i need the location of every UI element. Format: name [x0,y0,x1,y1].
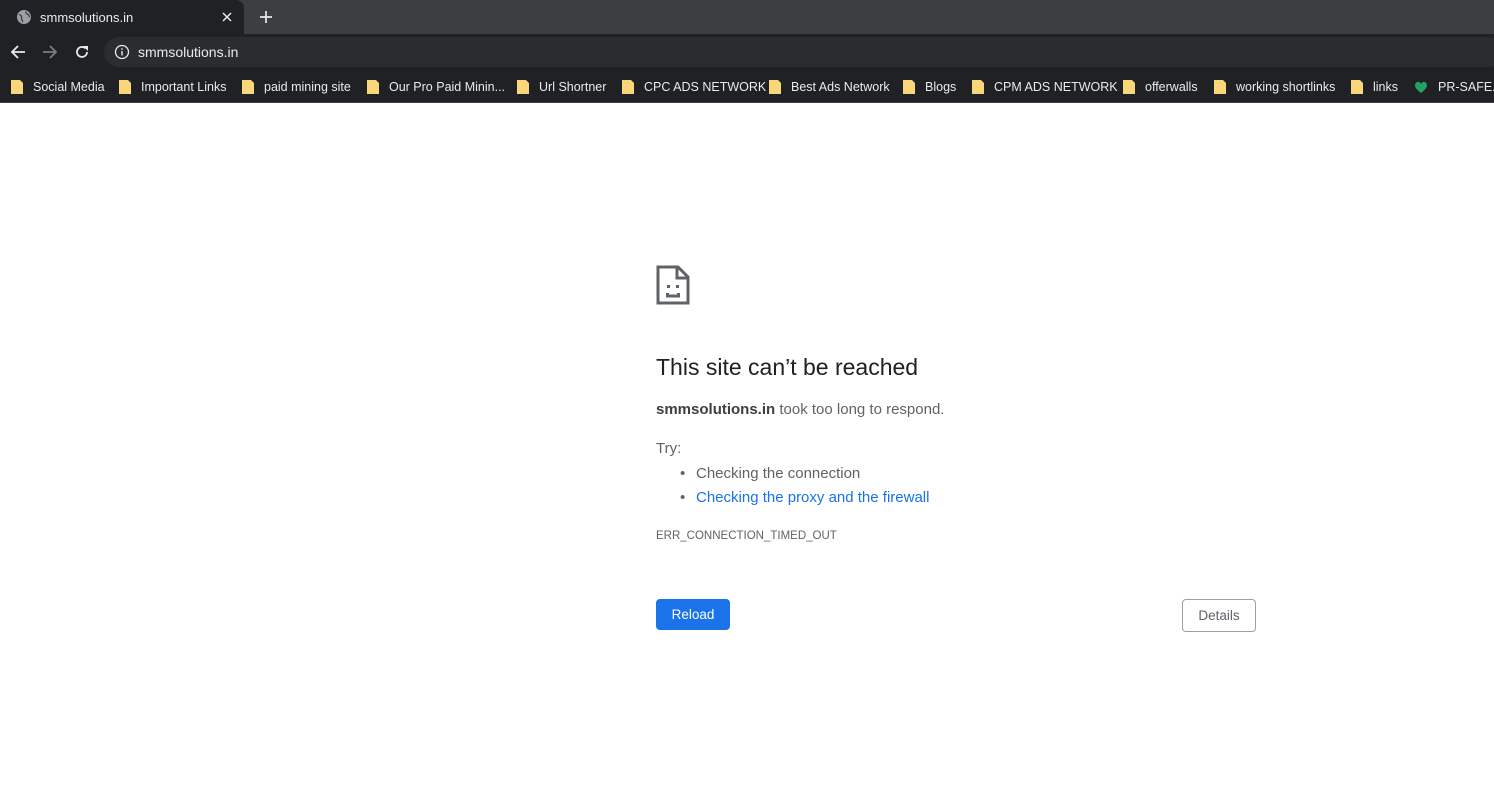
try-label: Try: [656,440,682,457]
folder-icon [242,80,254,94]
folder-icon [1351,80,1363,94]
folder-icon [119,80,131,94]
bookmark-folder[interactable]: Best Ads Network [769,76,890,98]
suggestion-check-connection: Checking the connection [696,465,861,482]
plus-icon [260,11,272,23]
folder-icon [1123,80,1135,94]
active-tab[interactable]: smmsolutions.in [0,0,244,34]
folder-icon [769,80,781,94]
address-bar[interactable]: smmsolutions.in [104,37,1494,67]
reload-button[interactable] [70,40,94,64]
list-item: Checking the proxy and the firewall [680,488,929,512]
folder-icon [622,80,634,94]
folder-icon [903,80,915,94]
details-button[interactable]: Details [1182,599,1256,632]
bookmark-folder[interactable]: working shortlinks [1214,76,1335,98]
bookmark-folder[interactable]: Important Links [119,76,226,98]
error-message: took too long to respond. [775,401,945,418]
folder-icon [11,80,23,94]
folder-icon [367,80,379,94]
reload-button[interactable]: Reload [656,599,730,630]
suggestion-proxy-firewall-link[interactable]: Checking the proxy and the firewall [696,489,929,506]
globe-icon [17,10,31,24]
folder-icon [517,80,529,94]
bookmark-folder[interactable]: Our Pro Paid Minin... [367,76,505,98]
folder-icon [1214,80,1226,94]
bookmark-folder[interactable]: CPM ADS NETWORK [972,76,1118,98]
bookmark-folder[interactable]: Social Media [11,76,105,98]
bookmark-folder[interactable]: links [1351,76,1398,98]
bookmark-folder[interactable]: Blogs [903,76,956,98]
arrow-back-icon [10,45,25,59]
error-description: smmsolutions.in took too long to respond… [656,401,944,418]
error-code: ERR_CONNECTION_TIMED_OUT [656,530,837,542]
tab-strip: smmsolutions.in [0,0,1494,34]
url-text[interactable]: smmsolutions.in [138,44,238,60]
reload-icon [76,46,88,58]
bookmark-pr-safe[interactable]: PR-SAFE.C [1414,76,1494,98]
tab-title: smmsolutions.in [40,10,134,25]
bookmark-folder[interactable]: CPC ADS NETWORK [622,76,766,98]
page-title: This site can’t be reached [656,354,919,380]
new-tab-button[interactable] [255,6,277,28]
suggestions-list: Checking the connection Checking the pro… [680,464,929,512]
list-item: Checking the connection [680,464,929,488]
site-favicon-icon [1415,81,1427,93]
back-button[interactable] [6,40,30,64]
error-host: smmsolutions.in [656,401,776,418]
forward-button[interactable] [38,40,62,64]
sad-page-icon [656,265,690,305]
info-icon[interactable] [114,44,130,60]
bookmark-folder[interactable]: paid mining site [242,76,351,98]
bookmark-folder[interactable]: offerwalls [1123,76,1198,98]
arrow-forward-icon [43,45,58,59]
bookmark-folder[interactable]: Url Shortner [517,76,606,98]
close-icon[interactable] [218,8,236,26]
bookmarks-bar: Social Media Important Links paid mining… [0,70,1494,103]
toolbar: smmsolutions.in [0,34,1494,70]
folder-icon [972,80,984,94]
